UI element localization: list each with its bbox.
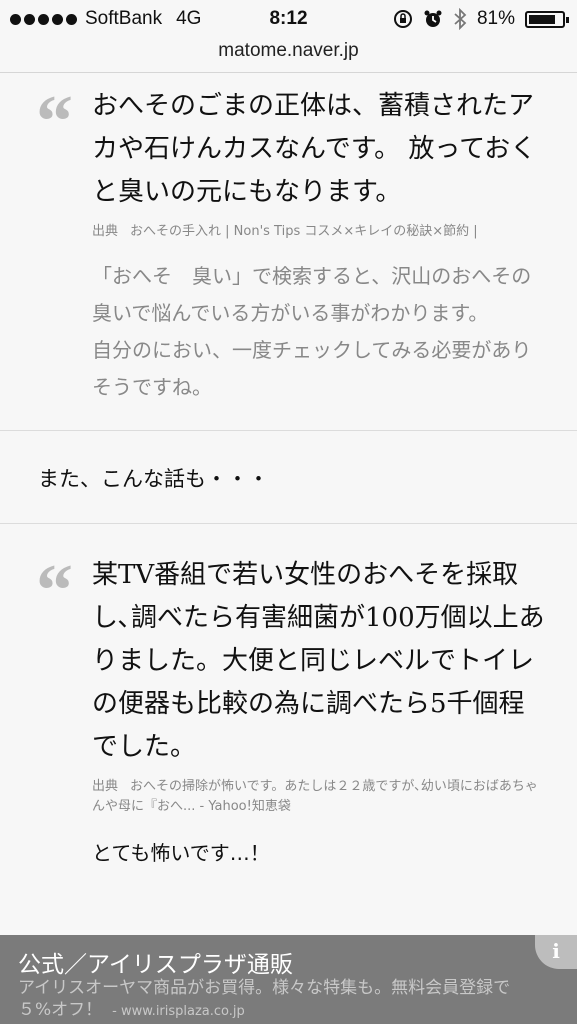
alarm-icon xyxy=(424,10,442,27)
article-content: “ おへそのごまの正体は、蓄積されたアカや石けんカスなんです。 放っておくと臭い… xyxy=(0,73,577,872)
address-bar-url[interactable]: matome.naver.jp xyxy=(0,40,577,62)
comment-text: 「おへそ 臭い」で検索すると、沢山のおへその臭いで悩んでいる方がいる事がわかりま… xyxy=(92,264,532,399)
quote-mark-icon: “ xyxy=(36,81,73,163)
ad-link[interactable]: - www.irisplaza.co.jp xyxy=(112,1004,245,1019)
source-label: 出典 xyxy=(92,224,119,239)
source-link[interactable]: おへその掃除が怖いです。あたしは２２歳ですが､幼い頃におばあちゃんや母に『おへ.… xyxy=(92,779,538,814)
ad-banner[interactable]: 公式／アイリスプラザ通販 アイリスオーヤマ商品がお買得。様々な特集も。無料会員登… xyxy=(0,935,577,1024)
bluetooth-icon xyxy=(454,8,467,30)
quote-block-1: “ おへそのごまの正体は、蓄積されたアカや石けんカスなんです。 放っておくと臭い… xyxy=(0,85,577,242)
quote-mark-icon: “ xyxy=(36,550,73,632)
quote-text: おへそのごまの正体は、蓄積されたアカや石けんカスなんです。 放っておくと臭いの元… xyxy=(92,91,537,207)
source-link[interactable]: おへその手入れ | Non's Tips コスメ×キレイの秘訣×節約 | xyxy=(130,224,478,239)
comment-text: とても怖いです…！ xyxy=(92,841,270,865)
source-label: 出典 xyxy=(92,779,119,794)
quote-source: 出典 おへその手入れ | Non's Tips コスメ×キレイの秘訣×節約 | xyxy=(92,222,547,242)
ad-description-text: アイリスオーヤマ商品がお買得。様々な特集も。無料会員登録で５%オフ！ xyxy=(18,978,511,1020)
ad-title[interactable]: 公式／アイリスプラザ通販 xyxy=(18,945,293,979)
quote-text: 某TV番組で若い女性のおへそを採取し､調べたら有害細菌が100万個以上ありました… xyxy=(92,560,545,762)
quote-source: 出典 おへその掃除が怖いです。あたしは２２歳ですが､幼い頃におばあちゃんや母に『お… xyxy=(92,777,547,817)
battery-percent: 81% xyxy=(476,8,515,29)
info-icon[interactable]: i xyxy=(535,935,577,969)
browser-top-bar: SoftBank 4G 8:12 81% matome.naver.jp xyxy=(0,0,577,73)
battery-icon xyxy=(525,10,569,28)
lead-text: また、こんな話も・・・ xyxy=(38,467,269,491)
ad-description: アイリスオーヤマ商品がお買得。様々な特集も。無料会員登録で５%オフ！ - www.… xyxy=(18,977,538,1023)
quote-block-2: “ 某TV番組で若い女性のおへそを採取し､調べたら有害細菌が100万個以上ありま… xyxy=(0,554,577,817)
rotation-lock-icon xyxy=(393,10,412,28)
status-bar: SoftBank 4G 8:12 81% xyxy=(0,0,577,38)
